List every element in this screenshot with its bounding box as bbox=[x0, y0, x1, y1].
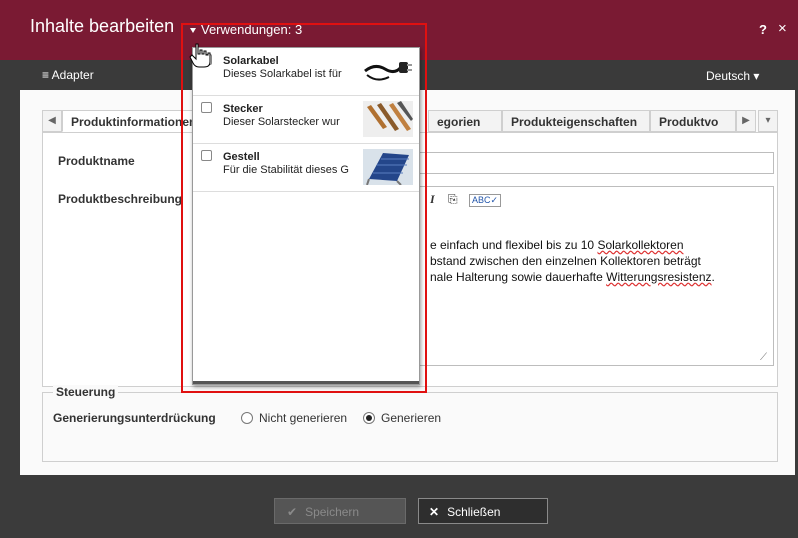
tab-scroll-left-button[interactable]: ◀ bbox=[42, 110, 62, 132]
usage-item-desc: Dieses Solarkabel ist für bbox=[223, 68, 342, 80]
misspelled-word[interactable]: Solarkollektoren bbox=[597, 238, 683, 252]
adapter-menu[interactable]: ≡ Adapter bbox=[42, 68, 94, 82]
radio-label-generieren: Generieren bbox=[381, 411, 442, 425]
usage-item-name: Stecker bbox=[223, 103, 263, 115]
connector-thumbnail bbox=[363, 101, 413, 137]
misspelled-word[interactable]: Witterungsresistenz bbox=[606, 270, 711, 284]
language-select[interactable]: Deutsch ▾ bbox=[706, 69, 759, 83]
usage-toggle[interactable]: Verwendungen: 3 bbox=[190, 22, 302, 37]
spellcheck-icon[interactable]: ABC✓ bbox=[468, 194, 502, 207]
usage-item-stecker[interactable]: Stecker Dieser Solarstecker wur bbox=[193, 96, 419, 144]
radio-nicht-generieren[interactable] bbox=[241, 412, 253, 424]
usage-item-desc: Dieser Solarstecker wur bbox=[223, 116, 340, 128]
help-button[interactable]: ? bbox=[759, 22, 767, 37]
usage-dropdown: Solarkabel Dieses Solarkabel ist für Ste… bbox=[192, 47, 420, 385]
product-name-input[interactable] bbox=[400, 152, 774, 174]
steuerung-group: Steuerung Generierungsunterdrückung Nich… bbox=[42, 385, 778, 462]
generation-suppression-label: Generierungsunterdrückung bbox=[53, 411, 216, 425]
dialog-title: Inhalte bearbeiten bbox=[30, 16, 175, 36]
italic-icon[interactable]: I bbox=[430, 192, 435, 206]
tab-kategorien[interactable]: egorien bbox=[428, 110, 502, 132]
resize-handle-icon[interactable]: ⟋ bbox=[760, 352, 767, 363]
mounting-rack-thumbnail bbox=[363, 149, 413, 185]
tab-menu-button[interactable]: ▾ bbox=[758, 110, 778, 132]
close-button[interactable]: ✕ Schließen bbox=[418, 498, 548, 524]
save-button[interactable]: ✔ Speichern bbox=[274, 498, 406, 524]
dropdown-footer bbox=[193, 381, 419, 384]
radio-generieren[interactable] bbox=[363, 412, 375, 424]
usage-item-name: Solarkabel bbox=[223, 55, 279, 67]
triangle-down-icon bbox=[190, 28, 196, 34]
item-checkbox-icon[interactable] bbox=[201, 150, 212, 161]
usage-item-solarkabel[interactable]: Solarkabel Dieses Solarkabel ist für bbox=[193, 48, 419, 96]
editor-toolbar: I ⎘ ABC✓ bbox=[430, 192, 502, 207]
tab-produkteigenschaften[interactable]: Produkteigenschaften bbox=[502, 110, 650, 132]
usage-label: Verwendungen: 3 bbox=[201, 22, 303, 37]
usage-item-desc: Für die Stabilität dieses G bbox=[223, 164, 349, 176]
checkmark-icon: ✔ bbox=[287, 505, 298, 519]
usage-item-gestell[interactable]: Gestell Für die Stabilität dieses G bbox=[193, 144, 419, 192]
usage-item-name: Gestell bbox=[223, 151, 260, 163]
tab-produktvorschau[interactable]: Produktvo bbox=[650, 110, 736, 132]
radio-label-nicht-generieren: Nicht generieren bbox=[259, 411, 348, 425]
steuerung-legend: Steuerung bbox=[53, 385, 119, 399]
close-icon[interactable]: × bbox=[778, 20, 787, 37]
product-name-label: Produktname bbox=[58, 154, 135, 168]
insert-link-icon[interactable]: ⎘ bbox=[448, 192, 458, 206]
close-x-icon: ✕ bbox=[429, 505, 440, 519]
tab-scroll-right-button[interactable]: ▶ bbox=[736, 110, 756, 132]
edit-content-dialog: Inhalte bearbeiten Verwendungen: 3 ? × ≡… bbox=[0, 0, 798, 538]
hand-cursor-icon bbox=[189, 43, 211, 68]
item-checkbox-icon[interactable] bbox=[201, 102, 212, 113]
description-text: e einfach und flexibel bis zu 10 Solarko… bbox=[430, 238, 715, 284]
product-description-label: Produktbeschreibung bbox=[58, 192, 183, 206]
solar-cable-thumbnail bbox=[364, 62, 412, 81]
